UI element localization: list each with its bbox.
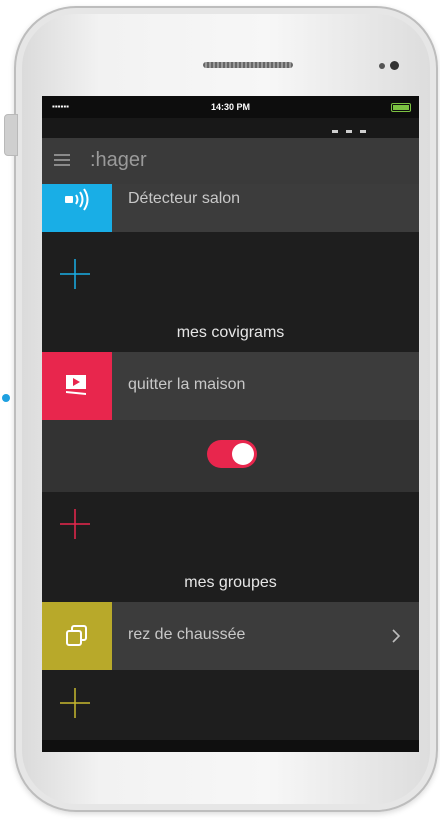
status-bar: ▪▪▪▪▪▪ 14:30 PM xyxy=(42,96,419,118)
covigram-tile xyxy=(42,352,112,420)
indicator-dot xyxy=(2,394,10,402)
sensor-dot xyxy=(379,63,385,69)
covigram-label: quitter la maison xyxy=(128,376,246,393)
hamburger-menu-icon[interactable] xyxy=(54,154,70,166)
detector-tile xyxy=(42,184,112,232)
group-row[interactable]: rez de chaussée xyxy=(42,602,419,670)
status-time: 14:30 PM xyxy=(210,102,251,112)
app-screen: ▪▪▪▪▪▪ 14:30 PM :hager Détecteur salon m… xyxy=(42,96,419,752)
covigram-toggle-zone xyxy=(42,420,419,492)
play-screen-icon xyxy=(66,375,86,395)
covigram-toggle[interactable] xyxy=(207,440,257,468)
battery-icon xyxy=(391,103,411,112)
toggle-knob xyxy=(232,443,254,465)
stacked-squares-icon xyxy=(66,625,87,646)
groups-section-title: mes groupes xyxy=(184,574,277,591)
covigram-row[interactable]: quitter la maison xyxy=(42,352,419,420)
detector-row[interactable]: Détecteur salon xyxy=(42,184,419,232)
wifi-signal-icon xyxy=(65,188,89,211)
speaker-grille xyxy=(203,62,293,68)
add-group-plus-icon[interactable] xyxy=(60,688,90,718)
camera-dot xyxy=(390,61,399,70)
phone-side-button xyxy=(4,114,18,156)
detector-label: Détecteur salon xyxy=(128,190,241,207)
group-tile xyxy=(42,602,112,670)
bottom-strip xyxy=(42,740,419,752)
hager-logo: :hager xyxy=(90,149,147,171)
page-indicator xyxy=(332,130,372,133)
add-covigram-plus-icon[interactable] xyxy=(60,509,90,539)
group-label: rez de chaussée xyxy=(128,626,246,643)
top-strip xyxy=(42,118,419,138)
app-header: :hager xyxy=(42,138,419,184)
chevron-right-icon[interactable] xyxy=(391,629,401,643)
add-device-plus-icon[interactable] xyxy=(60,259,90,289)
covigrams-section-title: mes covigrams xyxy=(176,324,285,341)
